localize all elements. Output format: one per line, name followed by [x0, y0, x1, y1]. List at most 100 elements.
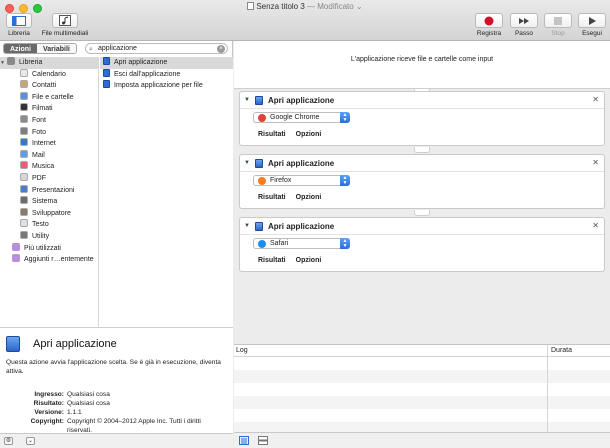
field-value: 1.1.1: [67, 409, 82, 416]
library-category-icon: [20, 230, 28, 239]
library-item[interactable]: Contatti: [0, 80, 98, 92]
duration-column-header[interactable]: Durata: [551, 345, 572, 357]
automator-window: Senza titolo 3 — Modificato ⌄ Libreria F…: [0, 0, 610, 448]
library-item[interactable]: File e cartelle: [0, 91, 98, 104]
step-button-label: Passo: [514, 30, 534, 37]
step-toolbar-button[interactable]: Passo: [509, 13, 539, 37]
library-item-label: Contatti: [32, 82, 57, 90]
library-item-label: File e cartelle: [32, 93, 74, 101]
library-item[interactable]: Foto: [0, 126, 98, 139]
library-item-label: Testo: [32, 221, 49, 229]
action-card-open-app[interactable]: ▼ Apri applicazione ✕ Safari ▲ ▼ Risultati Opzi…: [239, 217, 605, 272]
right-footer: [234, 432, 610, 448]
title-menu-arrow[interactable]: ⌄: [356, 2, 363, 11]
smart-group-item[interactable]: Più utilizzati: [0, 242, 98, 255]
automator-action-icon: [103, 80, 110, 89]
field-key: Risultato:: [33, 400, 64, 407]
application-select[interactable]: Google Chrome ▲ ▼: [253, 112, 350, 123]
card-divider: [240, 234, 604, 235]
list-view-icon[interactable]: [239, 436, 249, 445]
chevron-down-icon[interactable]: ⌄: [26, 437, 35, 445]
automator-action-icon: [103, 57, 110, 65]
library-item-label: Foto: [32, 128, 47, 136]
library-item[interactable]: Mail: [0, 149, 98, 162]
clear-search-icon[interactable]: ×: [217, 45, 225, 53]
action-card-open-app[interactable]: ▼ Apri applicazione ✕ Google Chrome ▲ ▼ Risult…: [239, 91, 605, 146]
smart-group-item[interactable]: Aggiunti r…entemente: [0, 254, 98, 266]
application-select-value: Firefox: [270, 177, 292, 184]
results-toggle[interactable]: Risultati: [258, 194, 286, 201]
tab-variables[interactable]: Variabili: [37, 44, 76, 53]
media-toolbar-button[interactable]: File multimediali: [37, 13, 93, 37]
run-toolbar-button[interactable]: Esegui: [577, 13, 607, 37]
open-app-action-icon: [255, 96, 263, 105]
log-column-header[interactable]: Log: [236, 345, 248, 357]
action-item-label: Imposta applicazione per file: [114, 82, 203, 90]
action-card-title: Apri applicazione: [268, 222, 335, 231]
collapse-triangle-icon[interactable]: ▼: [244, 97, 250, 103]
application-select[interactable]: Safari ▲ ▼: [253, 238, 350, 249]
library-item[interactable]: Font: [0, 114, 98, 127]
application-select[interactable]: Firefox ▲ ▼: [253, 175, 350, 186]
library-category-icon: [20, 114, 28, 123]
action-item[interactable]: Apri applicazione: [100, 57, 233, 69]
library-item[interactable]: Sviluppatore: [0, 207, 98, 220]
library-item[interactable]: Calendario: [0, 68, 98, 81]
results-toggle[interactable]: Risultati: [258, 257, 286, 264]
play-icon-box: [578, 13, 606, 28]
library-item[interactable]: PDF: [0, 172, 98, 185]
library-item[interactable]: Internet: [0, 138, 98, 150]
library-category-icon: [20, 219, 28, 228]
field-key: Versione:: [34, 409, 64, 416]
library-category-icon: [20, 184, 28, 193]
options-toggle[interactable]: Opzioni: [296, 131, 322, 138]
library-toolbar-button[interactable]: Libreria: [4, 13, 34, 37]
close-icon[interactable]: ✕: [592, 221, 599, 230]
library-root[interactable]: ▼ Libreria: [0, 57, 98, 69]
library-item[interactable]: Testo: [0, 219, 98, 231]
library-item[interactable]: Sistema: [0, 196, 98, 208]
workflow-input-text: L'applicazione riceve file e cartelle co…: [350, 56, 494, 63]
search-input[interactable]: ⌕ applicazione ×: [85, 43, 228, 54]
library-item[interactable]: Musica: [0, 161, 98, 173]
media-icon-box: [52, 13, 78, 28]
record-toolbar-button[interactable]: Registra: [472, 13, 506, 37]
action-item[interactable]: Imposta applicazione per file: [100, 80, 233, 92]
options-toggle[interactable]: Opzioni: [296, 194, 322, 201]
stop-toolbar-button[interactable]: Stop: [543, 13, 573, 37]
library-category-icon: [20, 172, 28, 181]
close-icon[interactable]: ✕: [592, 158, 599, 167]
action-description-panel: Apri applicazione Questa azione avvia l'…: [0, 327, 233, 434]
left-footer: ⚙ ⌄: [0, 433, 233, 448]
collapse-triangle-icon[interactable]: ▼: [244, 160, 250, 166]
record-icon: [484, 16, 494, 25]
document-icon: [247, 2, 255, 10]
action-item[interactable]: Esci dall'applicazione: [100, 68, 233, 81]
smart-folder-icon: [12, 242, 20, 251]
smart-group-label: Aggiunti r…entemente: [24, 256, 94, 264]
card-footer: Risultati Opzioni: [258, 257, 331, 264]
split-view-icon[interactable]: [258, 436, 268, 445]
workflow-area: L'applicazione riceve file e cartelle co…: [234, 41, 610, 344]
library-category-icon: [20, 207, 28, 216]
gear-icon[interactable]: ⚙: [4, 437, 13, 445]
library-item[interactable]: Utility: [0, 230, 98, 243]
browser-icon: [258, 240, 266, 248]
close-icon[interactable]: ✕: [592, 95, 599, 104]
results-toggle[interactable]: Risultati: [258, 131, 286, 138]
collapse-triangle-icon[interactable]: ▼: [244, 223, 250, 229]
action-card-open-app[interactable]: ▼ Apri applicazione ✕ Firefox ▲ ▼ Risultati Opz…: [239, 154, 605, 209]
library-item[interactable]: Presentazioni: [0, 184, 98, 197]
toolbar: Senza titolo 3 — Modificato ⌄ Libreria F…: [0, 0, 610, 41]
library-item-label: Mail: [32, 151, 45, 159]
tab-actions[interactable]: Azioni: [4, 44, 37, 53]
card-footer: Risultati Opzioni: [258, 194, 331, 201]
options-toggle[interactable]: Opzioni: [296, 257, 322, 264]
smart-folder-icon: [12, 254, 20, 263]
action-card-title: Apri applicazione: [268, 96, 335, 105]
library-item[interactable]: Filmati: [0, 103, 98, 115]
library-item-label: Calendario: [32, 70, 66, 78]
library-category-icon: [20, 138, 28, 147]
smart-group-label: Più utilizzati: [24, 244, 61, 252]
field-value: Qualsiasi cosa: [67, 400, 110, 407]
